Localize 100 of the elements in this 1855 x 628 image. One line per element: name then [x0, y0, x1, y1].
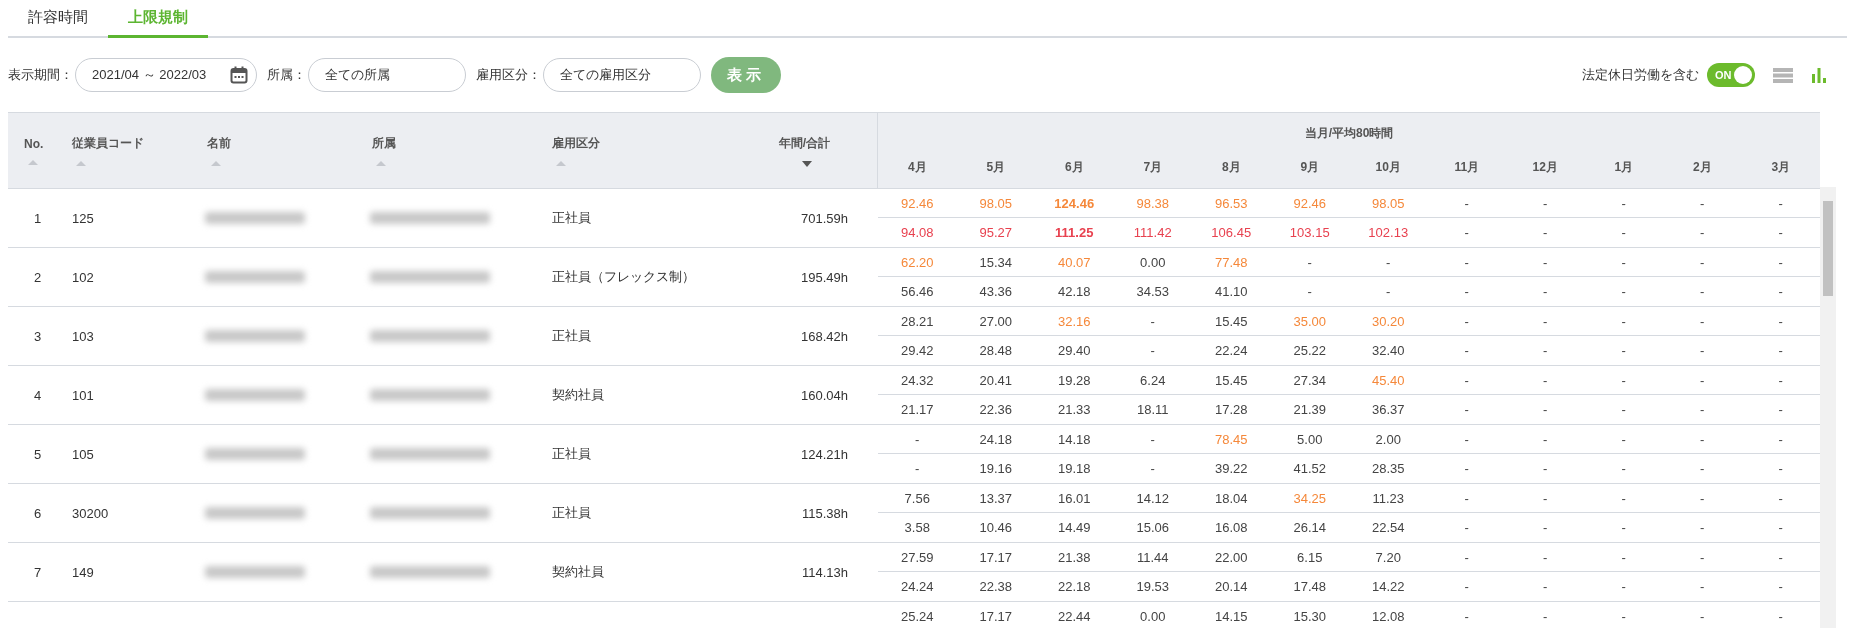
- hours-cell-text: -: [1699, 578, 1706, 596]
- hours-cell: -: [1584, 307, 1663, 336]
- hours-cell: 124.46: [1035, 189, 1114, 218]
- sort-up-icon[interactable]: [376, 161, 386, 166]
- hours-cell-text: -: [1620, 460, 1627, 478]
- sort-up-icon[interactable]: [556, 161, 566, 166]
- hours-cell: 0.00: [1113, 602, 1192, 628]
- annual-total: 124.21h: [800, 446, 849, 462]
- hours-cell-text: 16.08: [1213, 519, 1249, 537]
- hours-cell-text: -: [1777, 460, 1784, 478]
- hours-cell: 16.01: [1035, 484, 1114, 513]
- hours-cell: -: [1584, 543, 1663, 572]
- hours-cell-text: -: [1620, 519, 1627, 537]
- hours-cell: 6.24: [1113, 366, 1192, 395]
- column-header[interactable]: 名前: [207, 135, 360, 152]
- hours-cell: 78.45: [1192, 425, 1271, 454]
- view-button[interactable]: [1811, 67, 1827, 83]
- hours-cell: -: [1427, 307, 1506, 336]
- hours-cell: 35.00: [1270, 307, 1349, 336]
- hours-cell: 98.05: [956, 189, 1035, 218]
- column-header[interactable]: 年間/合計: [778, 134, 831, 152]
- hours-cell-text: 17.48: [1292, 578, 1327, 596]
- month-header: 10月: [1374, 159, 1402, 176]
- hours-cell: -: [1427, 248, 1506, 277]
- employee-code: 102: [71, 269, 95, 285]
- column-header[interactable]: 雇用区分: [552, 135, 732, 152]
- hours-cell-text: 29.42: [899, 342, 935, 360]
- hours-cell: 28.21: [878, 307, 957, 336]
- scrollbar[interactable]: [1820, 187, 1836, 628]
- employee-code: 149: [71, 564, 95, 580]
- hours-cell-text: -: [1463, 578, 1470, 596]
- view-button[interactable]: [1773, 67, 1793, 83]
- hours-cell: 21.38: [1035, 543, 1114, 572]
- employee-code: 125: [71, 210, 95, 226]
- month-header: 4月: [906, 159, 928, 176]
- hours-cell: 15.45: [1192, 307, 1271, 336]
- employee-code: 30200: [71, 505, 110, 521]
- hours-cell: -: [1427, 189, 1506, 218]
- sort-down-icon[interactable]: [801, 160, 812, 167]
- holiday-toggle-label: 法定休日労働を含む: [1582, 66, 1699, 84]
- period-label: 表示期間：: [8, 66, 73, 84]
- month-header: 5月: [985, 159, 1007, 176]
- hours-cell: 15.45: [1192, 366, 1271, 395]
- hours-cell-text: -: [1777, 342, 1784, 360]
- hours-cell-text: -: [1620, 224, 1627, 242]
- sort-up-icon[interactable]: [76, 161, 86, 166]
- hours-cell: 13.37: [956, 484, 1035, 513]
- hours-cell: 18.04: [1192, 484, 1271, 513]
- hours-cell: -: [1113, 425, 1192, 454]
- hours-cell-text: -: [1699, 283, 1706, 301]
- hours-cell-text: 28.35: [1370, 460, 1406, 478]
- hours-cell-text: 25.22: [1292, 342, 1327, 360]
- list-icon: [1773, 67, 1793, 83]
- hours-cell: -: [1584, 189, 1663, 218]
- hours-cell: 24.32: [878, 366, 957, 395]
- column-header[interactable]: No.: [24, 136, 60, 151]
- hours-cell-text: 39.22: [1213, 460, 1249, 478]
- employment-type: 正社員: [551, 209, 592, 227]
- row-number: 6: [33, 505, 43, 521]
- hours-cell-text: 22.38: [978, 578, 1013, 596]
- hours-cell: 14.18: [1035, 425, 1114, 454]
- column-header[interactable]: 所属: [372, 135, 540, 152]
- sort-up-icon[interactable]: [211, 161, 221, 166]
- hours-cell: 45.40: [1349, 366, 1428, 395]
- hours-cell-text: 56.46: [899, 283, 935, 301]
- hours-cell-text: 20.14: [1213, 578, 1249, 596]
- calendar-icon: [230, 66, 248, 84]
- hours-cell-text: -: [1777, 401, 1784, 419]
- hours-cell: -: [1113, 307, 1192, 336]
- hours-cell-text: 17.28: [1213, 401, 1249, 419]
- hours-cell-text: 103.15: [1288, 224, 1331, 242]
- hours-cell: -: [1506, 602, 1585, 628]
- hours-cell-text: -: [1463, 283, 1470, 301]
- hours-cell-text: 19.18: [1056, 460, 1092, 478]
- hours-cell: -: [1584, 366, 1663, 395]
- hours-cell: 98.05: [1349, 189, 1428, 218]
- hours-cell-text: 42.18: [1056, 283, 1092, 301]
- hours-cell: 15.30: [1270, 602, 1349, 628]
- employee-code: 105: [71, 446, 95, 462]
- hours-cell: -: [1506, 189, 1585, 218]
- hours-cell: 92.46: [878, 189, 957, 218]
- hours-cell: 17.17: [956, 543, 1035, 572]
- sort-up-icon[interactable]: [28, 159, 38, 165]
- tab[interactable]: 許容時間: [8, 0, 108, 38]
- hours-cell-text: 36.37: [1370, 401, 1406, 419]
- hours-cell: -: [1663, 425, 1742, 454]
- annual-total: 168.42h: [800, 328, 849, 344]
- employment-type: 契約社員: [551, 563, 605, 581]
- hours-cell: -: [1506, 248, 1585, 277]
- hours-cell: 98.38: [1113, 189, 1192, 218]
- hours-cell: 11.23: [1349, 484, 1428, 513]
- hours-cell-text: -: [1306, 283, 1313, 301]
- hours-cell: 24.18: [956, 425, 1035, 454]
- hours-cell: 22.00: [1192, 543, 1271, 572]
- column-header[interactable]: 従業員コード: [72, 135, 195, 152]
- hours-cell: -: [1584, 484, 1663, 513]
- hours-cell: -: [1427, 484, 1506, 513]
- hours-cell: 5.00: [1270, 425, 1349, 454]
- hours-cell: 27.59: [878, 543, 957, 572]
- annual-total: 114.13h: [800, 564, 849, 580]
